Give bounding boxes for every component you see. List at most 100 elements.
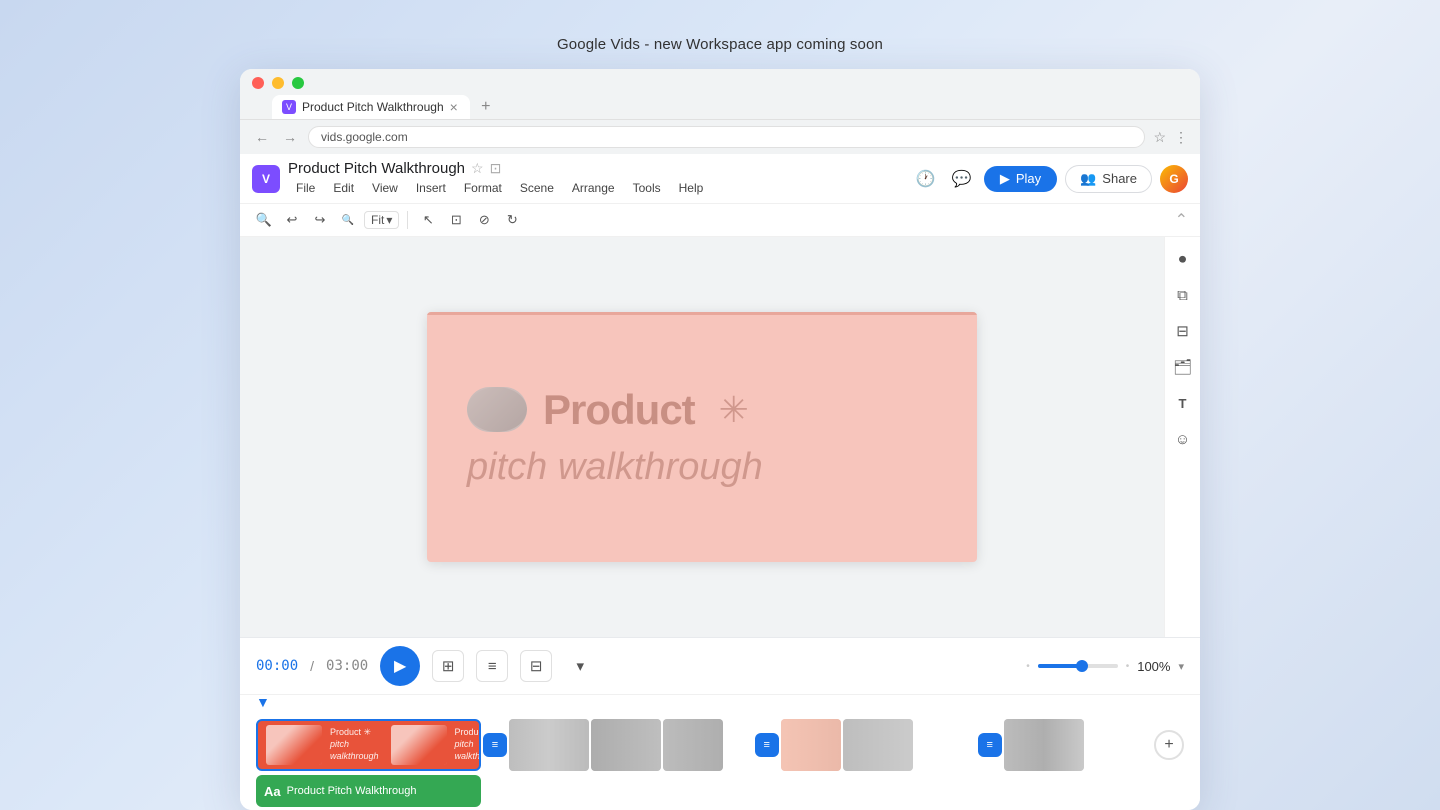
forward-btn[interactable]: →: [280, 129, 300, 145]
text-clip-aa-icon: Aa: [264, 784, 281, 799]
timeline-more-btn[interactable]: ▾: [564, 650, 596, 682]
timeline-lines-btn[interactable]: ≡: [476, 650, 508, 682]
text-track-row: Aa Product Pitch Walkthrough: [256, 775, 1184, 807]
timeline-panel: 00:00 / 03:00 ▶ ⊞ ≡ ⊟ ▾ • • 100%: [240, 637, 1200, 810]
scene-separator-3: ≡: [976, 719, 1004, 771]
history-btn[interactable]: 🕐: [912, 165, 940, 193]
video-seg-4[interactable]: [781, 719, 841, 771]
new-tab-btn[interactable]: +: [474, 95, 498, 119]
time-separator: /: [310, 658, 314, 674]
scene-track-row: Product ✳ pitch walkthrough Product ✳ pi…: [256, 719, 1184, 771]
video-seg-6[interactable]: [1004, 719, 1084, 771]
clip1-title-line1: Product ✳: [330, 727, 379, 739]
zoom-slider-thumb[interactable]: [1076, 660, 1088, 672]
play-icon: ▶: [1000, 171, 1010, 187]
zoom-dropdown-icon: ▾: [386, 213, 392, 227]
editor-toolbar: 🔍 ↩ ↪ 🔍 Fit ▾ ↖ ⊡ ⊘ ↻ ⌃: [240, 204, 1200, 237]
app-logo: V: [252, 165, 280, 193]
timeline-layout-btn[interactable]: ⊟: [520, 650, 552, 682]
video-seg-5[interactable]: [843, 719, 913, 771]
active-browser-tab[interactable]: V Product Pitch Walkthrough ×: [272, 95, 470, 119]
scene-separator-1: ≡: [481, 719, 509, 771]
app-title: Product Pitch Walkthrough: [288, 160, 465, 177]
video-seg-3[interactable]: [663, 719, 723, 771]
menu-view[interactable]: View: [364, 179, 406, 197]
pointer-tool[interactable]: ↖: [416, 208, 440, 232]
share-button[interactable]: 👥 Share: [1065, 165, 1152, 193]
app-content: Product ✳ pitch walkthrough ⏺ ⧉ ⊟ 🗂 T ☺: [240, 237, 1200, 637]
zoom-in-tool[interactable]: 🔍: [252, 208, 276, 232]
menu-edit[interactable]: Edit: [325, 179, 362, 197]
menu-arrange[interactable]: Arrange: [564, 179, 623, 197]
menu-format[interactable]: Format: [456, 179, 510, 197]
video-segments-group: [509, 719, 753, 771]
window-minimize-btn[interactable]: [272, 77, 284, 89]
playhead-wrapper: ▼: [240, 695, 1200, 709]
address-bar[interactable]: vids.google.com: [308, 126, 1145, 148]
clip2-thumb-inner: [391, 725, 447, 765]
toolbar-collapse-btn[interactable]: ⌃: [1175, 210, 1188, 230]
eraser-tool[interactable]: ⊘: [472, 208, 496, 232]
user-avatar[interactable]: G: [1160, 165, 1188, 193]
menu-items: File Edit View Insert Format Scene Arran…: [288, 179, 711, 197]
zoom-label: Fit: [371, 213, 384, 227]
zoom-selector[interactable]: Fit ▾: [364, 211, 399, 229]
picture-icon[interactable]: ⊡: [490, 160, 502, 177]
clip2-title-line2: pitch walkthrough: [455, 739, 481, 762]
timeline-tracks: Product ✳ pitch walkthrough Product ✳ pi…: [240, 711, 1200, 810]
text-clip[interactable]: Aa Product Pitch Walkthrough: [256, 775, 481, 807]
clip1-thumbnail: [266, 725, 322, 765]
record-btn[interactable]: ⏺: [1169, 245, 1197, 273]
window-maximize-btn[interactable]: [292, 77, 304, 89]
comments-btn[interactable]: 💬: [948, 165, 976, 193]
zoom-slider[interactable]: [1038, 664, 1118, 668]
scene-separator-2: ≡: [753, 719, 781, 771]
scene-icon-3[interactable]: ≡: [978, 733, 1002, 757]
menu-help[interactable]: Help: [671, 179, 712, 197]
menu-tools[interactable]: Tools: [625, 179, 669, 197]
play-button[interactable]: ▶ Play: [984, 166, 1057, 192]
redo-btn[interactable]: ↪: [308, 208, 332, 232]
menu-file[interactable]: File: [288, 179, 323, 197]
scene1-clip1[interactable]: Product ✳ pitch walkthrough Product ✳ pi…: [256, 719, 481, 771]
scene-icon-2[interactable]: ≡: [755, 733, 779, 757]
share-icon: 👥: [1080, 171, 1096, 187]
toolbar-separator-1: [407, 211, 408, 229]
crop-tool[interactable]: ⊡: [444, 208, 468, 232]
zoom-out-tool[interactable]: 🔍: [336, 208, 360, 232]
add-clip-btn[interactable]: +: [1154, 730, 1184, 760]
timeline-controls-right: • • 100% ▾: [1026, 659, 1184, 674]
slide-profile-image: [467, 387, 527, 432]
slide-title-main: Product: [543, 386, 695, 434]
timeline-grid-btn[interactable]: ⊞: [432, 650, 464, 682]
back-btn[interactable]: ←: [252, 129, 272, 145]
more-icon[interactable]: ⋮: [1174, 129, 1188, 146]
app-container: V Product Pitch Walkthrough ☆ ⊡ File Edi…: [240, 154, 1200, 810]
tab-close-btn[interactable]: ×: [450, 100, 458, 114]
redo-tool[interactable]: ↻: [500, 208, 524, 232]
address-text: vids.google.com: [321, 130, 408, 144]
top-label: Google Vids - new Workspace app coming s…: [557, 36, 883, 53]
bookmark-icon[interactable]: ☆: [1153, 129, 1166, 146]
slide-title-sub: pitch walkthrough: [467, 446, 763, 489]
menu-insert[interactable]: Insert: [408, 179, 454, 197]
clone-btn[interactable]: ⧉: [1169, 281, 1197, 309]
app-menubar: V Product Pitch Walkthrough ☆ ⊡ File Edi…: [240, 154, 1200, 204]
subtitles-btn[interactable]: ⊟: [1169, 317, 1197, 345]
video-seg-1[interactable]: [509, 719, 589, 771]
right-sidebar: ⏺ ⧉ ⊟ 🗂 T ☺: [1164, 237, 1200, 637]
menu-scene[interactable]: Scene: [512, 179, 562, 197]
undo-btn[interactable]: ↩: [280, 208, 304, 232]
timeline-play-btn[interactable]: ▶: [380, 646, 420, 686]
emoji-btn[interactable]: ☺: [1169, 425, 1197, 453]
video-seg-2[interactable]: [591, 719, 661, 771]
video-segments-group-2: [781, 719, 976, 771]
text-btn[interactable]: T: [1169, 389, 1197, 417]
scene-icon-1[interactable]: ≡: [483, 733, 507, 757]
zoom-dropdown-arrow[interactable]: ▾: [1178, 660, 1184, 673]
star-icon[interactable]: ☆: [471, 160, 484, 177]
folder-btn[interactable]: 🗂: [1169, 353, 1197, 381]
browser-tabs-bar: V Product Pitch Walkthrough × +: [252, 95, 1188, 119]
window-close-btn[interactable]: [252, 77, 264, 89]
clip1-thumb-inner: [266, 725, 322, 765]
